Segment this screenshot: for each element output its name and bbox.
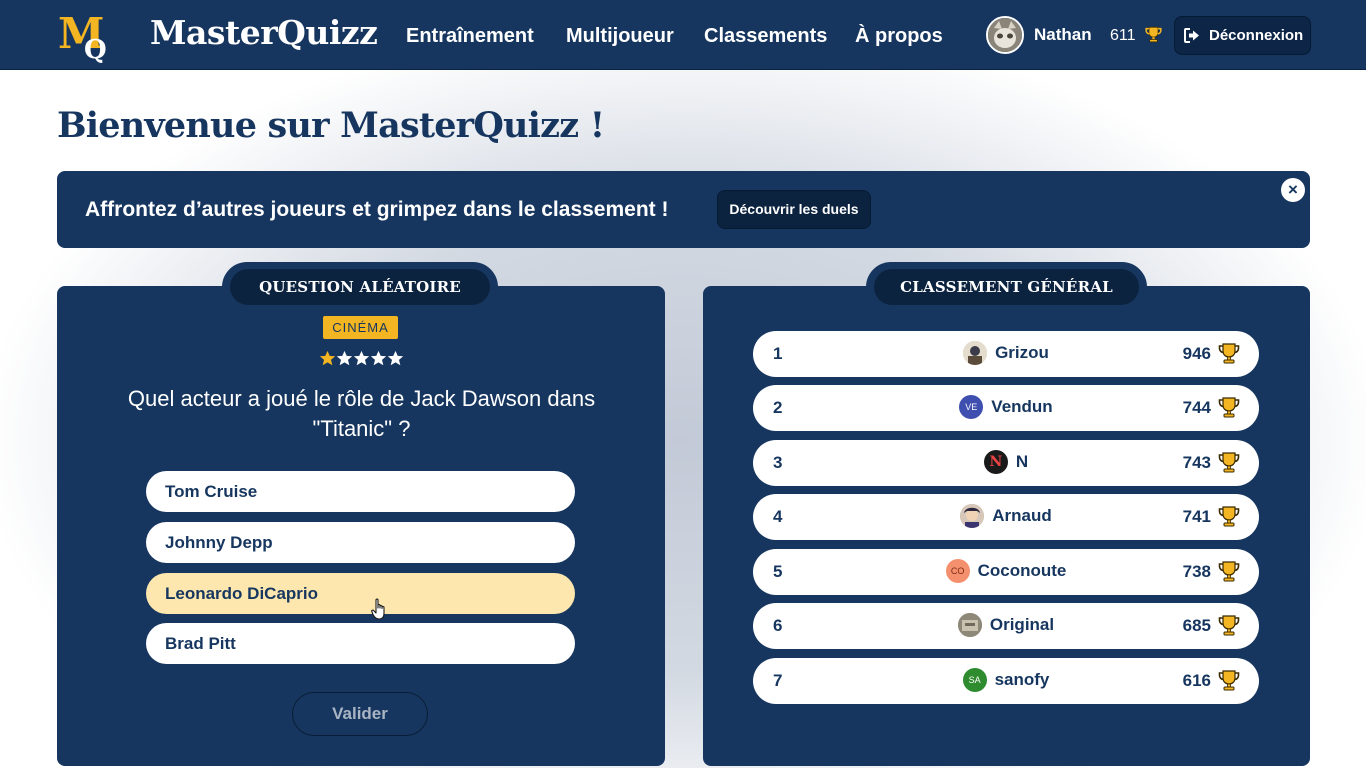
- top-navbar: M Q MasterQuizz Entraînement Multijoueur…: [0, 0, 1366, 70]
- player-avatar: CO: [945, 559, 970, 583]
- trophy-icon: [1218, 397, 1240, 418]
- validate-button[interactable]: Valider: [292, 692, 428, 736]
- player-score: 616: [1182, 671, 1211, 690]
- star-filled-icon: [319, 350, 336, 366]
- logout-label: Déconnexion: [1209, 27, 1304, 44]
- page-title: Bienvenue sur MasterQuizz !: [57, 105, 605, 146]
- answer-label: Brad Pitt: [165, 634, 236, 653]
- avatar-photo-icon: [957, 613, 982, 637]
- player-name: Coconoute: [977, 561, 1067, 580]
- avatar-photo-icon: [988, 18, 1022, 52]
- trophy-icon: [1218, 343, 1240, 364]
- leaderboard-row[interactable]: 3 NN 743: [753, 440, 1259, 486]
- player-avatar: [963, 341, 988, 365]
- player-score: 685: [1182, 616, 1211, 635]
- answer-option-hovered[interactable]: Leonardo DiCaprio: [146, 573, 575, 614]
- player-score: 743: [1182, 453, 1211, 472]
- answer-option[interactable]: Johnny Depp: [146, 522, 575, 563]
- trophy-icon: [1218, 506, 1240, 527]
- hand-cursor-icon: [371, 598, 385, 620]
- trophy-icon: [1218, 670, 1240, 691]
- answer-option[interactable]: Brad Pitt: [146, 623, 575, 664]
- player-avatar: [960, 504, 985, 528]
- player-name: Arnaud: [992, 506, 1052, 525]
- leaderboard-row[interactable]: 2 VE Vendun 744: [753, 385, 1259, 431]
- close-icon[interactable]: ×: [1281, 178, 1305, 202]
- random-question-tab: QUESTION ALÉATOIRE: [222, 262, 498, 312]
- star-empty-icon: [336, 350, 353, 366]
- masterquizz-logo-icon[interactable]: M Q: [56, 8, 116, 64]
- player-name: N: [1015, 452, 1029, 471]
- player-avatar: [957, 613, 982, 637]
- avatar-photo-icon: [963, 341, 988, 365]
- player-name: Grizou: [995, 343, 1049, 362]
- trophy-icon: [1218, 615, 1240, 636]
- avatar-photo-icon: [960, 504, 985, 528]
- trophy-icon: [1218, 561, 1240, 582]
- star-empty-icon: [370, 350, 387, 366]
- difficulty-stars: [319, 350, 405, 367]
- logout-button[interactable]: Déconnexion: [1174, 16, 1311, 55]
- player-name: sanofy: [994, 670, 1050, 689]
- answer-label: Johnny Depp: [165, 533, 273, 552]
- brand-name[interactable]: MasterQuizz: [150, 13, 378, 53]
- star-empty-icon: [387, 350, 404, 366]
- star-empty-icon: [353, 350, 370, 366]
- leaderboard-tab: CLASSEMENT GÉNÉRAL: [866, 262, 1147, 312]
- question-text: Quel acteur a joué le rôle de Jack Dawso…: [127, 386, 596, 441]
- player-score: 741: [1182, 507, 1211, 526]
- trophy-icon: [1145, 26, 1162, 43]
- player-name: Original: [989, 615, 1055, 634]
- nav-a-propos[interactable]: À propos: [855, 24, 943, 48]
- nav-classements[interactable]: Classements: [704, 24, 827, 48]
- leaderboard-row[interactable]: 7 SA sanofy 616: [753, 658, 1259, 704]
- nav-entrainement[interactable]: Entraînement: [406, 24, 534, 48]
- user-avatar[interactable]: [986, 16, 1024, 54]
- banner-text: Affrontez d’autres joueurs et grimpez da…: [85, 198, 669, 221]
- player-score: 744: [1182, 398, 1211, 417]
- player-avatar: SA: [962, 668, 987, 692]
- answer-option[interactable]: Tom Cruise: [146, 471, 575, 512]
- category-badge: CINÉMA: [323, 316, 398, 339]
- leaderboard-row[interactable]: 1 Grizou 946: [753, 331, 1259, 377]
- random-question-title: QUESTION ALÉATOIRE: [230, 269, 490, 305]
- leaderboard-row[interactable]: 5 CO Coconoute 738: [753, 549, 1259, 595]
- player-avatar: N: [983, 450, 1008, 474]
- leaderboard-row[interactable]: 4 Arnaud 741: [753, 494, 1259, 540]
- user-score: 611: [1110, 27, 1136, 44]
- player-score: 738: [1182, 562, 1211, 581]
- leaderboard-row[interactable]: 6 Original 685: [753, 603, 1259, 649]
- trophy-icon: [1218, 452, 1240, 473]
- player-name: Vendun: [991, 397, 1053, 416]
- answer-label: Leonardo DiCaprio: [165, 584, 319, 603]
- sign-out-icon: [1184, 28, 1199, 43]
- player-avatar: VE: [959, 395, 984, 419]
- discover-duels-button[interactable]: Découvrir les duels: [717, 190, 871, 229]
- user-name[interactable]: Nathan: [1034, 25, 1092, 45]
- answer-label: Tom Cruise: [165, 482, 258, 501]
- leaderboard-title: CLASSEMENT GÉNÉRAL: [874, 269, 1139, 305]
- svg-text:Q: Q: [84, 35, 107, 64]
- player-score: 946: [1182, 344, 1211, 363]
- nav-multijoueur[interactable]: Multijoueur: [566, 24, 674, 48]
- duels-banner: Affrontez d’autres joueurs et grimpez da…: [57, 171, 1310, 248]
